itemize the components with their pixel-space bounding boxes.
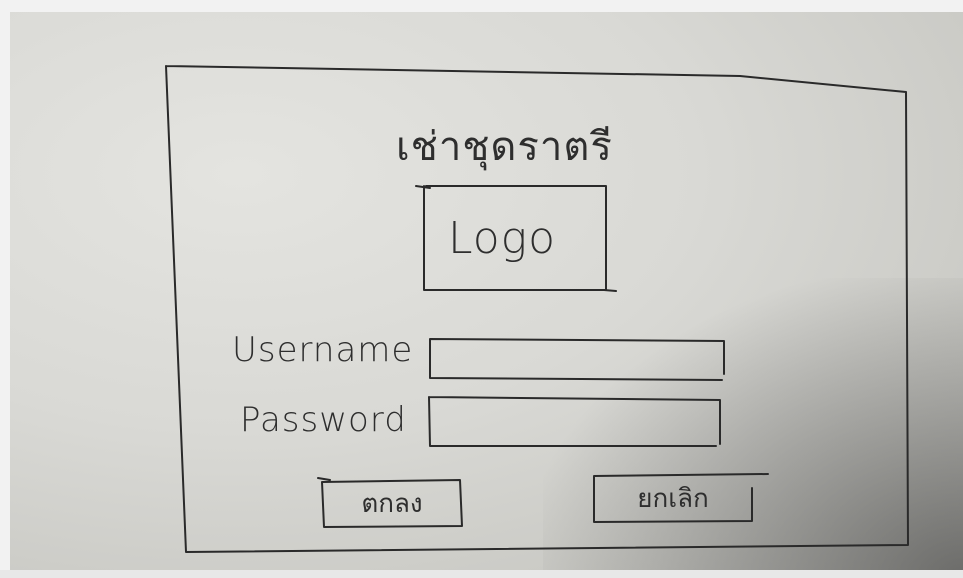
page-title: เช่าชุดราตรี [396, 124, 613, 170]
password-label: Password [240, 400, 407, 440]
username-input[interactable] [432, 340, 722, 378]
username-label: Username [232, 330, 414, 370]
wireframe-sketch [165, 65, 909, 553]
ok-button[interactable]: ตกลง [322, 480, 462, 526]
password-input[interactable] [432, 400, 718, 444]
cancel-button[interactable]: ยกเลิก [594, 474, 752, 522]
logo-placeholder: Logo [448, 213, 556, 264]
